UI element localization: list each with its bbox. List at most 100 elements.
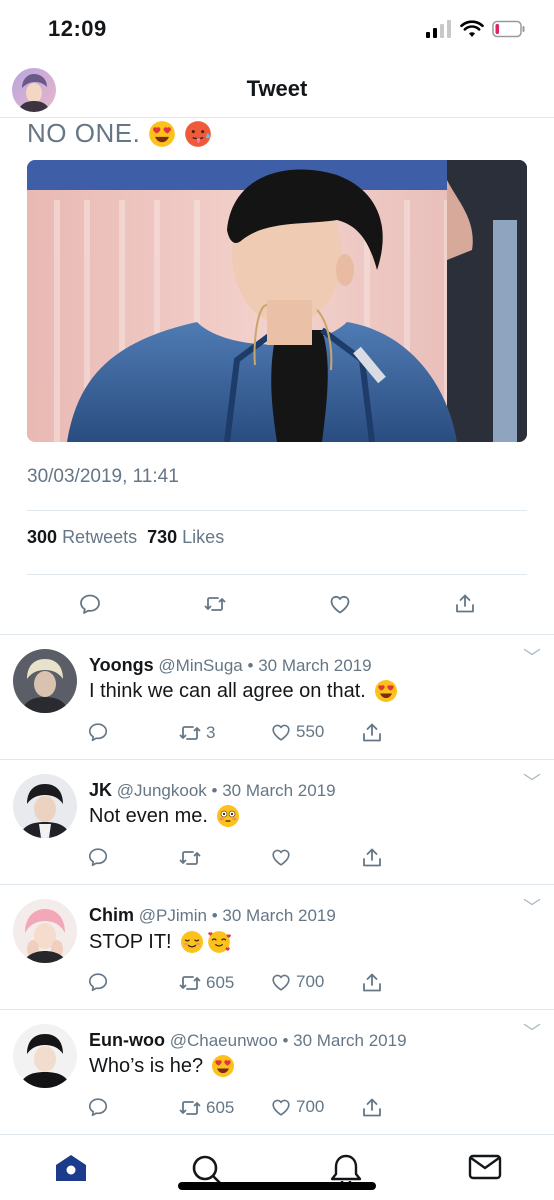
avatar[interactable] <box>13 774 77 838</box>
reply-icon <box>87 971 109 993</box>
home-indicator[interactable] <box>178 1182 376 1190</box>
separator: • <box>247 656 254 675</box>
home-icon[interactable] <box>54 1153 88 1183</box>
reply-actions: 3 550 <box>0 721 554 747</box>
likes-stat[interactable]: 730 Likes <box>147 527 224 548</box>
status-bar: 12:09 <box>0 0 554 60</box>
reply-button[interactable] <box>87 971 109 993</box>
share-icon <box>360 1096 384 1120</box>
like-icon <box>270 846 292 868</box>
tweet-text-content: NO ONE. <box>27 118 141 148</box>
like-icon <box>270 1096 292 1118</box>
reply-header: JK @Jungkook • 30 March 2019 <box>89 780 336 801</box>
reply-item[interactable]: Eun-woo @Chaeunwoo • 30 March 2019 Who’s… <box>0 1009 554 1134</box>
reply-button[interactable] <box>87 1096 109 1118</box>
hot-face-emoji <box>184 120 212 148</box>
reply-handle[interactable]: @MinSuga <box>158 656 242 675</box>
retweet-button[interactable] <box>178 846 206 870</box>
chevron-down-icon[interactable] <box>522 772 542 782</box>
share-icon <box>360 721 384 745</box>
reply-date: 30 March 2019 <box>293 1031 407 1050</box>
reply-icon[interactable] <box>78 592 102 616</box>
reply-button[interactable] <box>87 721 109 743</box>
avatar[interactable] <box>13 649 77 713</box>
like-icon[interactable] <box>328 592 352 616</box>
bottom-tab-bar <box>0 1134 554 1200</box>
reply-author-name[interactable]: JK <box>89 780 112 800</box>
like-count: 700 <box>296 1097 325 1116</box>
reply-text-content: I think we can all agree on that. <box>89 679 366 702</box>
reply-header: Yoongs @MinSuga • 30 March 2019 <box>89 655 372 676</box>
divider <box>27 574 527 575</box>
reply-header: Eun-woo @Chaeunwoo • 30 March 2019 <box>89 1030 407 1051</box>
reply-date: 30 March 2019 <box>222 781 336 800</box>
messages-icon[interactable] <box>468 1153 502 1181</box>
separator: • <box>282 1031 289 1050</box>
reply-actions <box>0 846 554 872</box>
share-icon <box>360 971 384 995</box>
reply-item[interactable]: Yoongs @MinSuga • 30 March 2019 I think … <box>0 634 554 759</box>
like-button[interactable]: 550 <box>270 721 324 743</box>
like-button[interactable]: 700 <box>270 1096 324 1118</box>
battery-icon <box>492 20 525 38</box>
reply-item[interactable]: JK @Jungkook • 30 March 2019 Not even me… <box>0 759 554 884</box>
share-icon[interactable] <box>453 592 477 616</box>
reply-text: STOP IT! <box>89 929 232 955</box>
like-count: 700 <box>296 972 325 991</box>
reply-text-content: STOP IT! <box>89 930 172 953</box>
reply-actions: 605 700 <box>0 971 554 997</box>
reply-handle[interactable]: @PJimin <box>139 906 207 925</box>
chevron-down-icon[interactable] <box>522 897 542 907</box>
share-icon <box>360 846 384 870</box>
avatar[interactable] <box>13 1024 77 1088</box>
retweet-icon <box>178 1096 202 1120</box>
like-icon <box>270 721 292 743</box>
reply-date: 30 March 2019 <box>222 906 336 925</box>
heart-eyes-emoji <box>374 679 398 703</box>
retweet-button[interactable]: 605 <box>178 1096 234 1120</box>
reply-text: Not even me. <box>89 804 240 828</box>
share-button[interactable] <box>360 721 384 745</box>
share-button[interactable] <box>360 971 384 995</box>
smiling-face-with-hearts-emoji <box>206 929 232 955</box>
share-button[interactable] <box>360 1096 384 1120</box>
tweet-text: NO ONE. <box>27 118 212 149</box>
status-icons <box>426 20 526 38</box>
reply-icon <box>87 846 109 868</box>
reply-button[interactable] <box>87 846 109 868</box>
reply-date: 30 March 2019 <box>258 656 372 675</box>
reply-handle[interactable]: @Chaeunwoo <box>170 1031 278 1050</box>
retweet-button[interactable]: 605 <box>178 971 234 995</box>
reply-author-name[interactable]: Eun-woo <box>89 1030 165 1050</box>
page-title: Tweet <box>246 76 308 101</box>
retweet-count: 3 <box>206 723 216 742</box>
retweet-icon[interactable] <box>203 592 227 616</box>
like-button[interactable]: 700 <box>270 971 324 993</box>
like-icon <box>270 971 292 993</box>
reply-author-name[interactable]: Yoongs <box>89 655 154 675</box>
like-count: 550 <box>296 722 325 741</box>
heart-eyes-emoji <box>148 120 176 148</box>
retweet-count: 605 <box>206 973 235 992</box>
reply-handle[interactable]: @Jungkook <box>117 781 207 800</box>
reply-item[interactable]: Chim @PJimin • 30 March 2019 STOP IT! 60… <box>0 884 554 1009</box>
tweet-timestamp: 30/03/2019, 11:41 <box>27 466 179 487</box>
retweet-button[interactable]: 3 <box>178 721 215 745</box>
avatar[interactable] <box>13 899 77 963</box>
retweet-icon <box>178 846 202 870</box>
tweet-media-photo[interactable] <box>27 160 527 442</box>
reply-icon <box>87 721 109 743</box>
chevron-down-icon[interactable] <box>522 1022 542 1032</box>
like-button[interactable] <box>270 846 296 868</box>
separator: • <box>211 781 218 800</box>
reply-text-content: Who’s is he? <box>89 1054 204 1077</box>
chevron-down-icon[interactable] <box>522 647 542 657</box>
reply-author-name[interactable]: Chim <box>89 905 134 925</box>
retweet-count: 605 <box>206 1098 235 1117</box>
relieved-face-emoji <box>180 930 204 954</box>
share-button[interactable] <box>360 846 384 870</box>
retweet-icon <box>178 971 202 995</box>
signal-icon <box>426 20 451 38</box>
status-time: 12:09 <box>48 16 107 41</box>
retweets-stat[interactable]: 300 Retweets <box>27 527 137 548</box>
